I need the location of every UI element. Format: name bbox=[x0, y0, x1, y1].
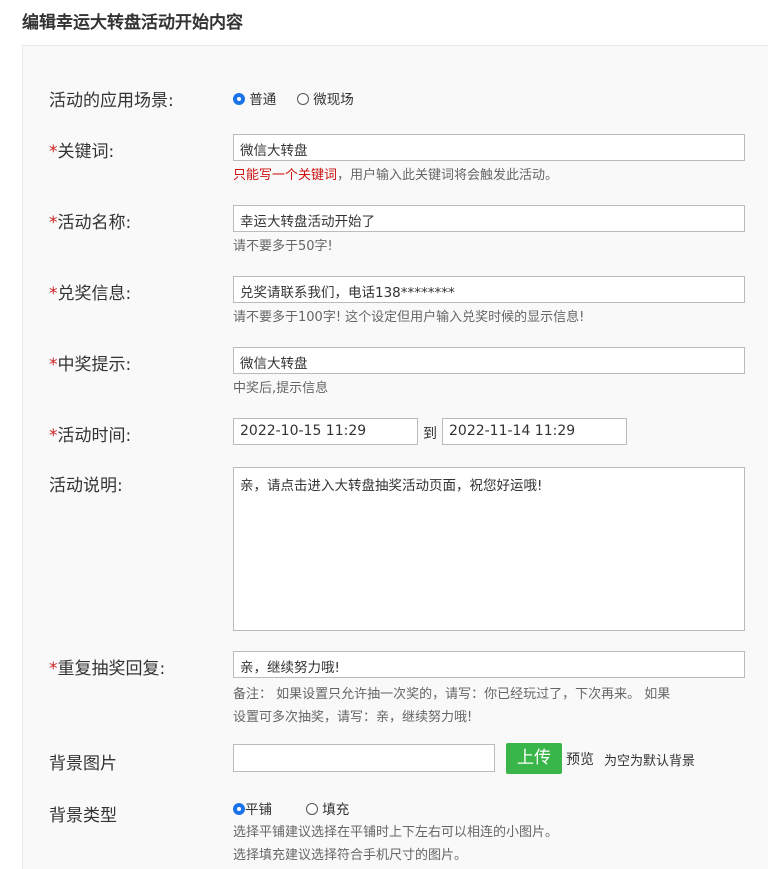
repeat-reply-hint-1: 备注： 如果设置只允许抽一次奖的，请写：你已经玩过了，下次再来。 如果 bbox=[233, 687, 671, 702]
description-textarea[interactable]: 亲，请点击进入大转盘抽奖活动页面，祝您好运哦! bbox=[233, 467, 745, 631]
scene-option-normal[interactable]: 普通 bbox=[233, 88, 276, 108]
end-time-input[interactable]: 2022-11-14 11:29 bbox=[442, 418, 627, 445]
page-title: 编辑幸运大转盘活动开始内容 bbox=[22, 13, 243, 33]
keyword-input[interactable]: 微信大转盘 bbox=[233, 134, 745, 161]
required-mark: * bbox=[49, 426, 58, 446]
activity-name-hint: 请不要多于50字! bbox=[233, 239, 333, 254]
prize-info-input[interactable]: 兑奖请联系我们，电话138******** bbox=[233, 276, 745, 303]
bg-type-hint-2: 选择填充建议选择符合手机尺寸的图片。 bbox=[233, 848, 468, 863]
activity-name-input[interactable]: 幸运大转盘活动开始了 bbox=[233, 205, 745, 232]
description-label: 活动说明: bbox=[49, 476, 123, 496]
win-tip-label: *中奖提示: bbox=[49, 350, 131, 375]
bg-image-label: 背景图片 bbox=[49, 754, 117, 774]
keyword-hint-warning: 只能写一个关键词 bbox=[233, 168, 338, 183]
required-mark: * bbox=[49, 355, 58, 375]
repeat-reply-input[interactable]: 亲，继续努力哦! bbox=[233, 651, 745, 678]
required-mark: * bbox=[49, 284, 58, 304]
bg-type-option-fill[interactable]: 填充 bbox=[306, 798, 349, 818]
scene-option-normal-label: 普通 bbox=[249, 92, 277, 108]
form-panel: 活动的应用场景: 普通 微现场 *关键词: 微信大转盘 只能写一个关键词，用户输… bbox=[22, 45, 768, 869]
prize-info-label-text: 兑奖信息: bbox=[57, 284, 132, 304]
activity-time-label: *活动时间: bbox=[49, 421, 131, 446]
radio-unselected-icon[interactable] bbox=[297, 93, 309, 105]
preview-link[interactable]: 预览 bbox=[566, 749, 594, 769]
repeat-reply-label-text: 重复抽奖回复: bbox=[57, 659, 166, 679]
required-mark: * bbox=[49, 213, 58, 233]
required-mark: * bbox=[49, 142, 58, 162]
keyword-hint: 只能写一个关键词，用户输入此关键词将会触发此活动。 bbox=[233, 164, 558, 183]
keyword-hint-text: ，用户输入此关键词将会触发此活动。 bbox=[337, 168, 559, 183]
start-time-input[interactable]: 2022-10-15 11:29 bbox=[233, 418, 418, 445]
radio-selected-icon[interactable] bbox=[233, 803, 245, 815]
time-separator: 到 bbox=[423, 426, 437, 442]
activity-time-label-text: 活动时间: bbox=[57, 426, 132, 446]
bg-type-option-tile[interactable]: 平铺 bbox=[233, 798, 272, 818]
win-tip-input[interactable]: 微信大转盘 bbox=[233, 347, 745, 374]
required-mark: * bbox=[49, 659, 58, 679]
repeat-reply-label: *重复抽奖回复: bbox=[49, 654, 165, 679]
repeat-reply-hint-2: 设置可多次抽奖，请写：亲，继续努力哦! bbox=[233, 710, 473, 725]
win-tip-hint: 中奖后,提示信息 bbox=[233, 381, 329, 396]
bg-type-label: 背景类型 bbox=[49, 806, 117, 826]
keyword-label: *关键词: bbox=[49, 137, 114, 162]
prize-info-label: *兑奖信息: bbox=[49, 279, 131, 304]
bg-type-option-fill-label: 填充 bbox=[322, 802, 350, 818]
scene-option-live-label: 微现场 bbox=[313, 92, 354, 108]
activity-name-label: *活动名称: bbox=[49, 208, 131, 233]
win-tip-label-text: 中奖提示: bbox=[57, 355, 132, 375]
bg-image-input[interactable] bbox=[233, 744, 495, 772]
scene-label: 活动的应用场景: bbox=[49, 91, 174, 111]
bg-type-option-tile-label: 平铺 bbox=[245, 802, 272, 818]
scene-option-live[interactable]: 微现场 bbox=[297, 88, 354, 108]
prize-info-hint: 请不要多于100字! 这个设定但用户输入兑奖时候的显示信息! bbox=[233, 310, 585, 325]
radio-selected-icon[interactable] bbox=[233, 93, 245, 105]
upload-button[interactable]: 上传 bbox=[506, 743, 562, 774]
radio-unselected-icon[interactable] bbox=[306, 803, 318, 815]
bg-type-hint-1: 选择平铺建议选择在平铺时上下左右可以相连的小图片。 bbox=[233, 825, 559, 840]
activity-name-label-text: 活动名称: bbox=[57, 213, 132, 233]
keyword-label-text: 关键词: bbox=[57, 142, 115, 162]
bg-image-note: 为空为默认背景 bbox=[604, 754, 696, 769]
